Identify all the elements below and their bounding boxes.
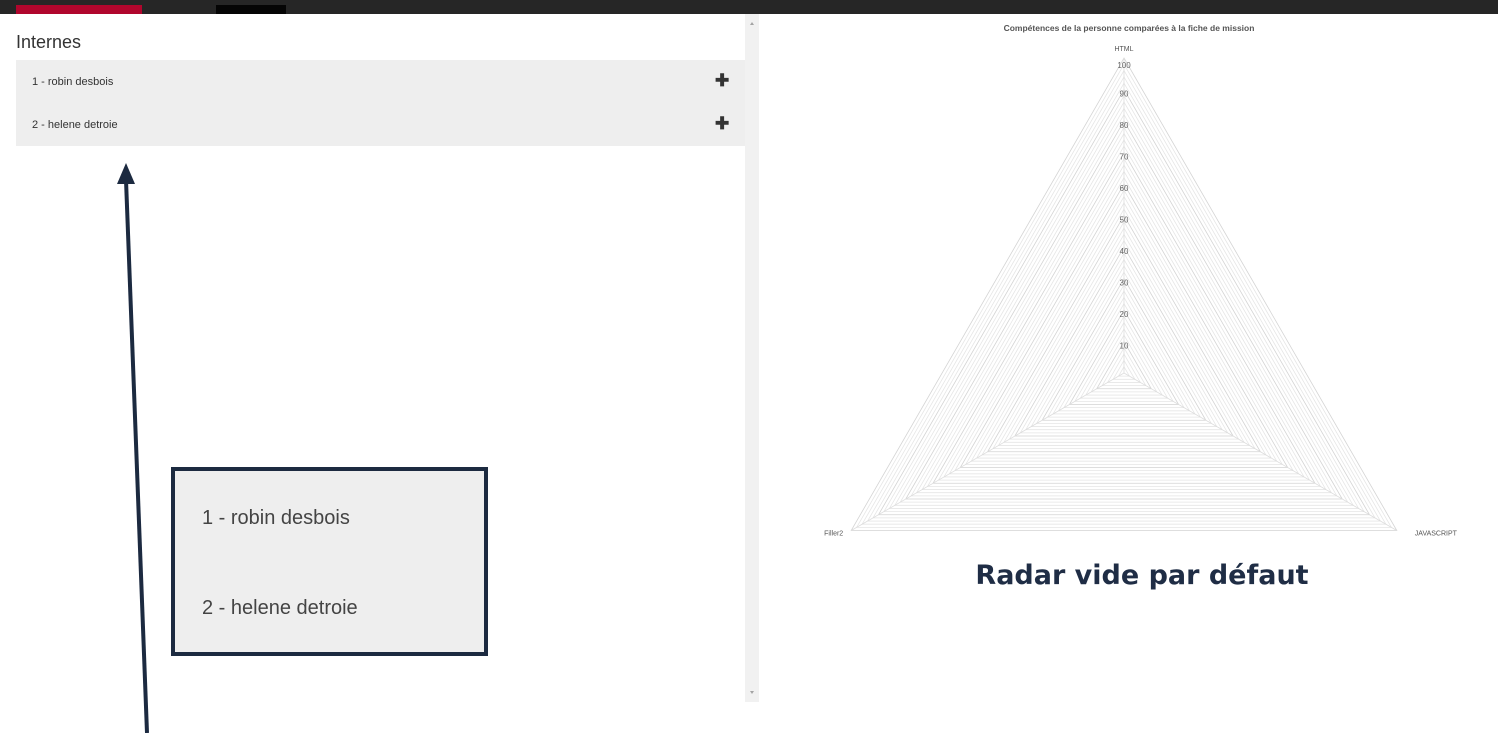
chart-caption: Radar vide par défaut	[975, 560, 1309, 591]
radar-tick-label: 70	[1120, 153, 1129, 162]
radar-axis-label: JAVASCRIPT	[1415, 531, 1458, 538]
arrow-shaft	[124, 179, 149, 733]
radar-chart: Compétences de la personne comparées à l…	[824, 23, 1458, 538]
arrow-head	[117, 163, 135, 184]
radar-tick-label: 80	[1120, 121, 1129, 130]
radar-tick-label: 20	[1120, 310, 1129, 319]
radar-tick-label: 60	[1120, 184, 1129, 193]
radar-tick-label: 40	[1120, 247, 1129, 256]
radar-tick-label: 50	[1120, 216, 1129, 225]
radar-tick-label: 30	[1120, 279, 1129, 288]
radar-tick-label: 90	[1120, 90, 1129, 99]
chart-title: Compétences de la personne comparées à l…	[1004, 23, 1255, 33]
radar-tick-label: 10	[1120, 342, 1129, 351]
radar-tick-label: 100	[1117, 61, 1131, 70]
radar-axis-label: Filler2	[824, 531, 843, 538]
radar-axis-label: HTML	[1114, 46, 1133, 53]
